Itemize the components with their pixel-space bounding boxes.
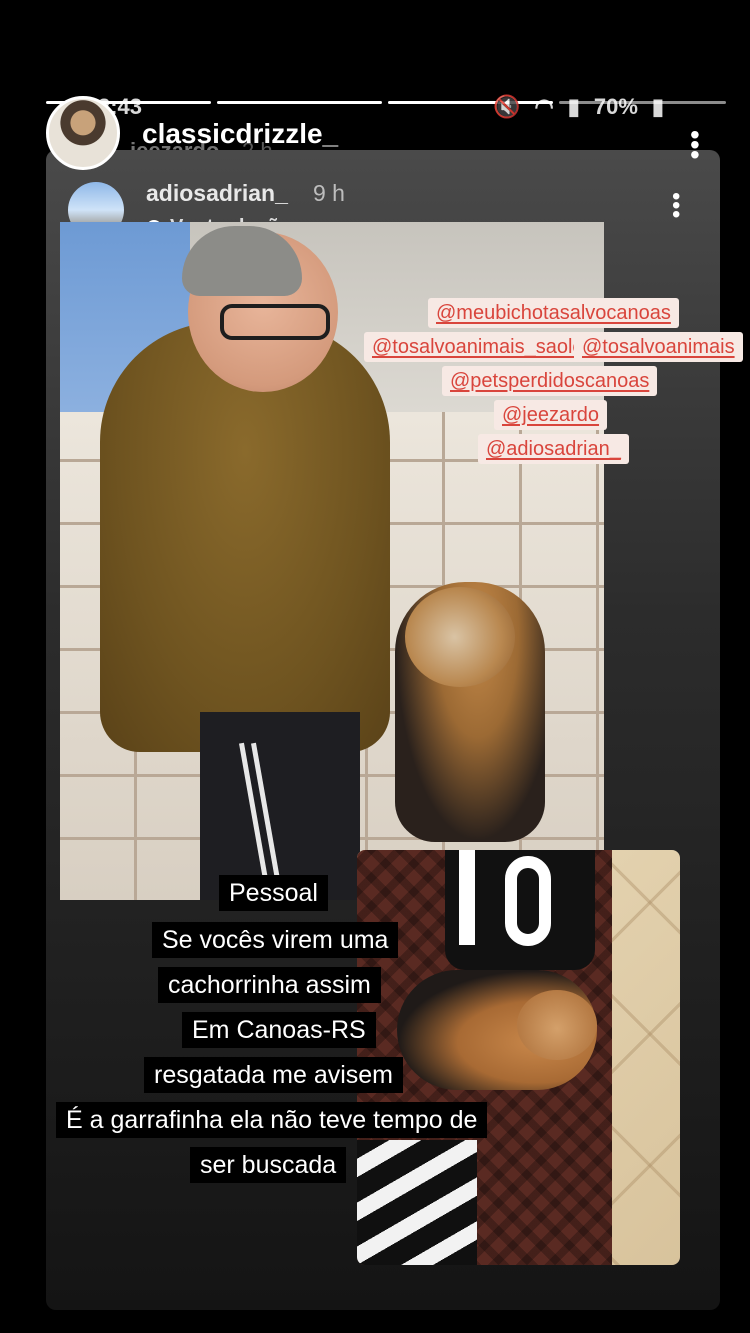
more-options-icon[interactable]: • • • bbox=[690, 121, 700, 169]
story-photo-2 bbox=[357, 850, 680, 1265]
caption-line: Pessoal bbox=[219, 875, 328, 911]
mention-tag[interactable]: @meubichotasalvocanoas bbox=[428, 298, 679, 328]
shared-story-username[interactable]: adiosadrian_ bbox=[146, 180, 288, 207]
shared-story-timestamp: 9 h bbox=[313, 180, 345, 206]
caption-line: cachorrinha assim bbox=[158, 967, 381, 1003]
battery-level: 70% bbox=[593, 94, 638, 119]
photo2-pillow-letter-o bbox=[505, 856, 551, 946]
caption-line: Se vocês virem uma bbox=[152, 922, 399, 958]
photo2-dog-head bbox=[517, 990, 597, 1060]
status-icons: 🔇 ◠ ▮ 70% ▮ bbox=[493, 94, 664, 120]
caption-line: ser buscada bbox=[190, 1147, 347, 1183]
mention-tag[interactable]: @adiosadrian_ bbox=[478, 434, 629, 464]
caption-line: Em Canoas-RS bbox=[182, 1012, 376, 1048]
photo2-cushion bbox=[357, 1140, 477, 1265]
mute-icon: 🔇 bbox=[493, 94, 521, 119]
mention-tag[interactable]: @tosalvoanimais_saoleo bbox=[364, 332, 603, 362]
photo2-pillow-letter-i bbox=[459, 850, 475, 945]
story-username[interactable]: classicdrizzle_ bbox=[142, 118, 338, 150]
mention-tag[interactable]: @petsperdidoscanoas bbox=[442, 366, 658, 396]
photo-glasses bbox=[220, 304, 330, 340]
photo-dog-head bbox=[405, 587, 515, 687]
wifi-icon: ◠ bbox=[534, 94, 554, 119]
more-options-icon[interactable]: • • • bbox=[672, 185, 680, 227]
mention-tag[interactable]: @tosalvoanimais bbox=[574, 332, 743, 362]
battery-icon: ▮ bbox=[651, 94, 664, 119]
photo-man-pants bbox=[200, 712, 360, 900]
caption-line: É a garrafinha ela não teve tempo de bbox=[56, 1102, 488, 1138]
caption-line: resgatada me avisem bbox=[144, 1057, 404, 1093]
avatar[interactable] bbox=[46, 96, 120, 170]
mention-tag[interactable]: @jeezardo bbox=[494, 400, 608, 430]
signal-icon: ▮ bbox=[567, 94, 580, 119]
